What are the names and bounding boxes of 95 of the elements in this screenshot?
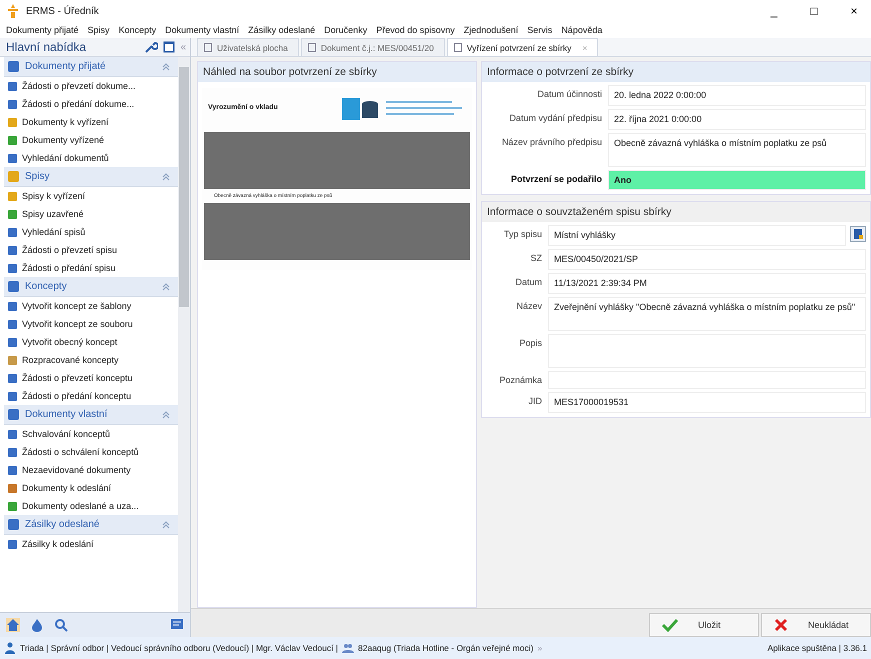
window-icon[interactable] xyxy=(163,41,176,53)
sidebar-item[interactable]: Dokumenty odeslané a uza... xyxy=(4,497,178,515)
maximize-button[interactable]: □ xyxy=(797,0,831,22)
status-text: Aplikace spuštěna | 3.36.1 xyxy=(767,643,867,653)
sidebar-item[interactable]: Schvalování konceptů xyxy=(4,425,178,443)
panel-header: Informace o souvztaženém spisu sbírky xyxy=(482,202,870,222)
folder-icon xyxy=(8,519,19,530)
field-value: 22. října 2021 0:00:00 xyxy=(608,108,866,130)
sidebar-item[interactable]: Žádosti o předání konceptu xyxy=(4,387,178,405)
sidebar-item[interactable]: Vyhledání spisů xyxy=(4,223,178,241)
close-button[interactable]: × xyxy=(837,0,871,22)
sidebar-item[interactable]: Žádosti o převzetí spisu xyxy=(4,241,178,259)
field-label: Potvrzení se podařilo xyxy=(510,172,602,184)
menu-item[interactable]: Zjednodušení xyxy=(464,25,518,35)
cancel-button[interactable]: Neukládat xyxy=(761,613,871,637)
field-value: MES17000019531 xyxy=(548,392,866,413)
file-picker-icon[interactable] xyxy=(850,226,866,242)
field-label: Popis xyxy=(518,336,542,348)
field-label: Datum vydání předpisu xyxy=(508,112,602,123)
menu-item[interactable]: Převod do spisovny xyxy=(376,25,455,35)
chevron-icon xyxy=(162,520,170,528)
folder-icon xyxy=(8,61,19,72)
group-header[interactable]: Dokumenty vlastní xyxy=(4,405,178,425)
sidebar-item[interactable]: Dokumenty k vyřízení xyxy=(4,113,178,131)
sidebar-item[interactable]: Rozpracované koncepty xyxy=(4,351,178,369)
menu-item[interactable]: Spisy xyxy=(88,25,110,35)
sidebar-item[interactable]: Vyhledání dokumentů xyxy=(4,149,178,167)
save-button[interactable]: Uložit xyxy=(649,613,759,637)
sidebar-item[interactable]: Vytvořit obecný koncept xyxy=(4,333,178,351)
menu-item[interactable]: Dokumenty vlastní xyxy=(165,25,240,35)
chat-icon[interactable] xyxy=(170,618,184,632)
folder-icon xyxy=(8,281,19,292)
field-label: Datum účinnosti xyxy=(536,88,602,99)
scrollbar[interactable] xyxy=(178,57,190,612)
sidebar-item[interactable]: Vytvořit koncept ze souboru xyxy=(4,315,178,333)
chevron-icon xyxy=(162,62,170,70)
cross-icon xyxy=(774,618,788,632)
tab[interactable]: Dokument č.j.: MES/00451/20 xyxy=(300,38,445,56)
field-value: 11/13/2021 2:39:34 PM xyxy=(548,272,866,294)
group-header[interactable]: Zásilky odeslané xyxy=(4,515,178,535)
result-value: Ano xyxy=(608,170,866,190)
panel-header: Náhled na soubor potvrzení ze sbírky xyxy=(198,62,476,82)
window-title: ERMS - Úředník xyxy=(26,6,99,16)
field-label: Název právního předpisu xyxy=(500,136,602,147)
field-value: Zveřejnění vyhlášky "Obecně závazná vyhláška o místním poplatku ze psů" xyxy=(548,296,866,331)
menu-item[interactable]: Nápověda xyxy=(561,25,602,35)
menu-item[interactable]: Zásilky odeslané xyxy=(248,25,316,35)
sidebar-item[interactable]: Spisy uzavřené xyxy=(4,205,178,223)
menu-item[interactable]: Doručenky xyxy=(324,25,368,35)
panel-header: Informace o potvrzení ze sbírky xyxy=(482,62,870,82)
field-label: Poznámka xyxy=(498,374,542,385)
checkmark-icon xyxy=(662,618,678,632)
wrench-icon[interactable] xyxy=(144,40,158,54)
field-label: Datum xyxy=(514,276,542,287)
field-value: 20. ledna 2022 0:00:00 xyxy=(608,85,866,106)
app-logo-icon xyxy=(6,4,20,18)
field-label: Typ spisu xyxy=(502,228,542,240)
folder-icon xyxy=(8,409,19,420)
menu-item[interactable]: Servis xyxy=(527,25,552,35)
chevron-icon xyxy=(162,282,170,290)
status-text: Triada | Správní odbor | Vedoucí správního odboru (Vedoucí) | Mgr. Václav Vedoucí | xyxy=(20,643,338,653)
tab[interactable]: Uživatelská plocha xyxy=(197,38,299,56)
tab[interactable]: Vyřízení potvrzení ze sbírky × xyxy=(446,38,598,56)
sidebar-item[interactable]: Dokumenty vyřízené xyxy=(4,131,178,149)
field-label: SZ xyxy=(529,252,542,264)
sidebar-item[interactable]: Žádosti o předání spisu xyxy=(4,259,178,277)
sidebar-item[interactable]: Spisy k vyřízení xyxy=(4,187,178,205)
group-header[interactable]: Koncepty xyxy=(4,277,178,297)
field-value: MES/00450/2021/SP xyxy=(548,249,866,270)
field-value: Místní vyhlášky xyxy=(548,225,846,246)
sidebar-item[interactable]: Žádosti o předání dokume... xyxy=(4,95,178,113)
users-icon xyxy=(342,643,354,653)
field-label: Název xyxy=(515,300,542,311)
folder-icon xyxy=(8,171,19,182)
status-text: 82aaqug (Triada Hotline - Orgán veřejné moci) xyxy=(358,643,534,653)
minimize-button[interactable]: _ xyxy=(757,0,791,22)
sidebar-item[interactable]: Žádosti o převzetí konceptu xyxy=(4,369,178,387)
search-icon[interactable] xyxy=(54,618,68,632)
menu-item[interactable]: Dokumenty přijaté xyxy=(6,25,79,35)
sidebar-item[interactable]: Nezaevidované dokumenty xyxy=(4,461,178,479)
field-value: Obecně závazná vyhláška o místním poplatku ze psů xyxy=(608,132,866,167)
group-header[interactable]: Dokumenty přijaté xyxy=(4,57,178,77)
chevron-icon xyxy=(162,172,170,180)
menu-item[interactable]: Koncepty xyxy=(118,25,156,35)
sidebar-item[interactable]: Zásilky k odeslání xyxy=(4,535,178,553)
sidebar-item[interactable]: Žádosti o převzetí dokume... xyxy=(4,77,178,95)
user-icon xyxy=(4,642,16,654)
field-label: JID xyxy=(528,394,542,406)
chevron-icon xyxy=(162,410,170,418)
sidebar-title: Hlavní nabídka xyxy=(6,40,88,54)
group-header[interactable]: Spisy xyxy=(4,167,178,187)
home-icon[interactable] xyxy=(6,618,20,632)
sidebar-item[interactable]: Vytvořit koncept ze šablony xyxy=(4,297,178,315)
sidebar-item[interactable]: Dokumenty k odeslání xyxy=(4,479,178,497)
sidebar-item[interactable]: Žádosti o schválení konceptů xyxy=(4,443,178,461)
